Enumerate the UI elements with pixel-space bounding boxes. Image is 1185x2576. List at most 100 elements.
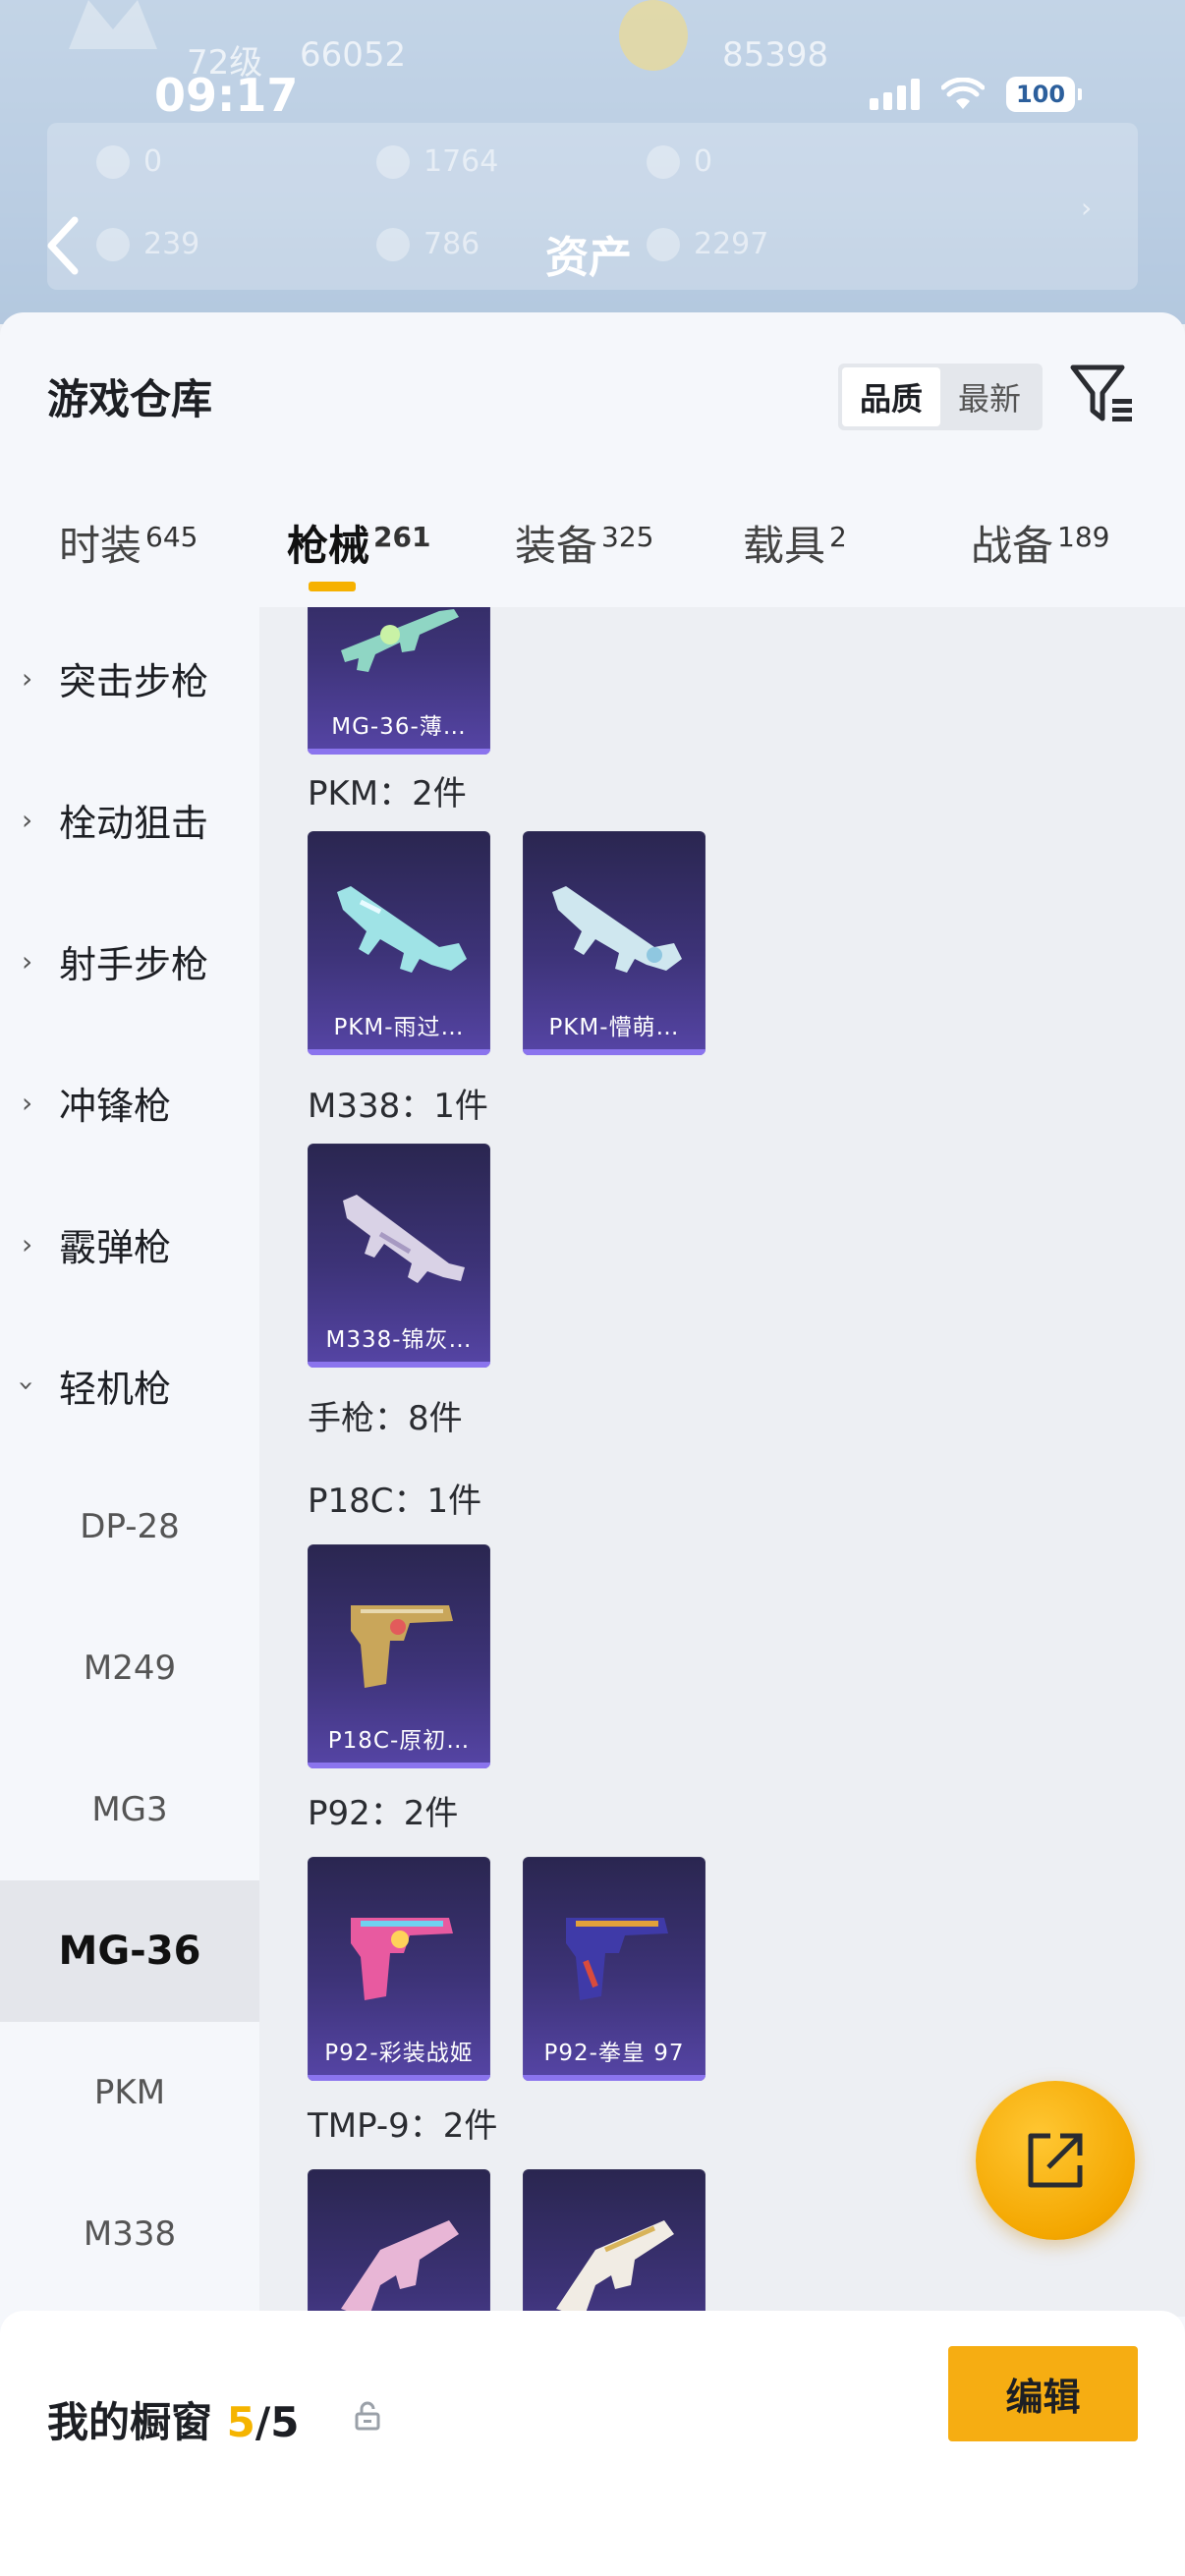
filter-icon[interactable] (1069, 362, 1136, 426)
item-card[interactable]: P92-拳皇 97 (523, 1857, 705, 2081)
profile-coin-b: 85398 (722, 35, 829, 75)
profile-row: 72级 66052 85398 (0, 0, 1185, 83)
showcase-total: /5 (254, 2398, 300, 2446)
profile-emblem-icon (69, 0, 157, 49)
asset-item: 239 (96, 227, 199, 261)
group-label: PKM：2件 (308, 774, 467, 813)
item-card[interactable] (308, 2169, 490, 2317)
asset-coin-icon (647, 227, 680, 261)
weapon-type-sidebar: › 突击步枪 › 栓动狙击 › 射手步枪 › 冲锋枪 › 霰弹枪 › 轻机枪 D… (0, 607, 259, 2576)
tab-label: 载具 (743, 522, 826, 570)
rarity-bar (308, 1362, 490, 1368)
asset-item: 786 (376, 227, 480, 261)
wifi-icon (941, 78, 985, 109)
sidebar-item-shotgun[interactable]: › 霰弹枪 (0, 1173, 259, 1315)
sidebar-item-lmg[interactable]: › 轻机枪 (0, 1315, 259, 1456)
tab-count: 189 (1057, 521, 1110, 553)
pistol-purple-icon (566, 1918, 668, 2000)
sidebar-item-label: 轻机枪 (59, 1367, 172, 1411)
item-card-name: MG-36-薄… (331, 714, 467, 740)
item-card[interactable]: MG-36-薄… (308, 607, 490, 755)
tab-label: 战备 (971, 522, 1054, 570)
asset-coin-icon (96, 144, 130, 179)
item-card[interactable]: P18C-原初… (308, 1544, 490, 1768)
share-button[interactable] (976, 2081, 1135, 2240)
sort-toggle: 品质 最新 (838, 364, 1043, 430)
tab-count: 261 (373, 521, 431, 553)
header-background: 72级 66052 85398 09:17 100 0 1764 0 239 7… (0, 0, 1185, 324)
share-export-icon (1028, 2133, 1083, 2188)
cellular-signal-icon (870, 79, 920, 110)
back-arrow-icon[interactable] (37, 208, 92, 283)
sidebar-item-marksman-rifle[interactable]: › 射手步枪 (0, 890, 259, 1032)
sidebar-item-label: 突击步枪 (59, 659, 209, 703)
tab-equipment[interactable]: 装备 325 (515, 513, 653, 573)
sidebar-item-assault-rifle[interactable]: › 突击步枪 (0, 607, 259, 749)
item-card[interactable]: M338-锦灰… (308, 1144, 490, 1368)
sidebar-item-label: 冲锋枪 (59, 1084, 172, 1128)
sidebar-subitem-m249[interactable]: M249 (0, 1597, 259, 1739)
asset-item: 0 (647, 144, 712, 179)
rarity-bar (523, 1049, 705, 1055)
chevron-right-icon: › (22, 944, 33, 978)
tab-count: 325 (601, 521, 654, 553)
sheet-title: 游戏仓库 (47, 375, 213, 423)
tab-active-indicator (309, 582, 356, 591)
profile-coin-a: 66052 (300, 35, 407, 75)
rarity-bar (523, 2075, 705, 2081)
item-card-name: P18C-原初… (327, 1728, 471, 1754)
rarity-bar (308, 749, 490, 755)
showcase-label: 我的橱窗 (47, 2398, 213, 2446)
sidebar-subitem-mg36[interactable]: MG-36 (0, 1880, 259, 2022)
status-time: 09:17 (154, 69, 299, 122)
item-card-name: P92-拳皇 97 (543, 2041, 685, 2066)
chevron-right-icon: › (1081, 192, 1093, 224)
showcase-bar: 我的橱窗 5/5 编辑 (0, 2311, 1185, 2576)
tab-firearms[interactable]: 枪械 261 (287, 513, 430, 573)
chevron-right-icon: › (22, 1086, 33, 1119)
sort-quality-button[interactable]: 品质 (842, 367, 940, 426)
tab-fashion[interactable]: 时装 645 (59, 513, 198, 573)
machine-gun-cyan-icon (337, 886, 467, 973)
sidebar-subitem-m338[interactable]: M338 (0, 2163, 259, 2305)
battery-icon: 100 (1006, 77, 1082, 112)
tab-label: 装备 (515, 522, 598, 570)
pistol-gold-icon (351, 1605, 453, 1688)
sidebar-subitem-pkm[interactable]: PKM (0, 2022, 259, 2163)
tab-vehicles[interactable]: 载具 2 (743, 513, 847, 573)
pistol-pink-icon (351, 1918, 453, 2000)
item-card-name: PKM-雨过… (333, 1015, 465, 1040)
item-card[interactable]: PKM-雨过… (308, 831, 490, 1055)
chevron-right-icon: › (22, 803, 33, 836)
edit-button[interactable]: 编辑 (948, 2346, 1138, 2441)
asset-coin-icon (376, 144, 410, 179)
group-label: 手枪：8件 (308, 1399, 463, 1438)
showcase-count: 5 (226, 2398, 255, 2446)
asset-item: 1764 (376, 144, 498, 179)
asset-coin-icon (96, 227, 130, 261)
tab-supplies[interactable]: 战备 189 (971, 513, 1109, 573)
sidebar-item-label: 霰弹枪 (59, 1225, 172, 1269)
item-grid: MG-36-薄… PKM：2件 PKM-雨过… PKM-懵萌… M338：1件 (259, 607, 1185, 2317)
sidebar-subitem-mg3[interactable]: MG3 (0, 1739, 259, 1880)
tab-label: 时装 (59, 522, 142, 570)
item-card[interactable] (523, 2169, 705, 2317)
sort-latest-button[interactable]: 最新 (940, 367, 1039, 426)
item-card[interactable]: PKM-懵萌… (523, 831, 705, 1055)
item-card-name: P92-彩装战姬 (324, 2041, 474, 2066)
item-card-name: PKM-懵萌… (548, 1015, 680, 1040)
item-card-name: M338-锦灰… (325, 1327, 473, 1353)
tab-label: 枪械 (287, 522, 370, 570)
sidebar-item-label: 射手步枪 (59, 942, 209, 986)
sidebar-item-label: 栓动狙击 (59, 801, 209, 845)
smg-white-icon (556, 2220, 674, 2317)
sidebar-subitem-dp28[interactable]: DP-28 (0, 1456, 259, 1597)
chevron-right-icon: › (22, 1227, 33, 1260)
sidebar-item-bolt-sniper[interactable]: › 栓动狙击 (0, 749, 259, 890)
showcase-title: 我的橱窗 5/5 (47, 2389, 299, 2449)
sidebar-item-smg[interactable]: › 冲锋枪 (0, 1032, 259, 1173)
rifle-green-icon (341, 609, 459, 672)
chevron-right-icon: › (22, 661, 33, 695)
item-card[interactable]: P92-彩装战姬 (308, 1857, 490, 2081)
rifle-grey-icon (343, 1195, 465, 1283)
